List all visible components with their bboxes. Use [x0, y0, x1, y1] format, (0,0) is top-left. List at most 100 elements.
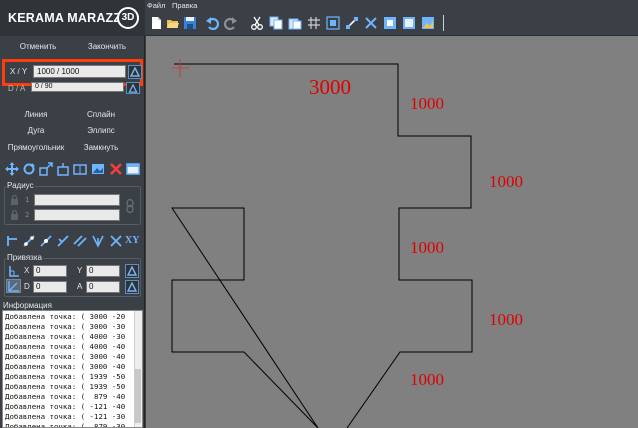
new-file-icon[interactable]: [149, 16, 163, 30]
paste-icon[interactable]: [288, 16, 302, 30]
da-input[interactable]: 0 / 90: [31, 82, 124, 92]
drawing-canvas[interactable]: 3000 1000 1000 1000 1000 1000: [146, 36, 638, 428]
log-line: Добавлена точка: ( -121 -30: [5, 412, 126, 421]
constraint-icons-row: XY: [5, 234, 141, 250]
dimension-label: 1000: [410, 94, 444, 113]
log-line: Добавлена точка: ( 3000 -30: [5, 322, 126, 331]
brand-3d-badge: 3D: [117, 7, 139, 29]
export-image-icon[interactable]: [421, 16, 435, 30]
dimension-label-top: 3000: [309, 75, 351, 99]
mirror-icon[interactable]: [73, 162, 87, 176]
log-line: Добавлена точка: ( -121 -40: [5, 402, 126, 411]
midpoint-icon[interactable]: [39, 234, 53, 248]
fit-view-icon[interactable]: [402, 16, 416, 30]
redo-icon[interactable]: [224, 16, 238, 30]
log-line: Добавлена точка: ( 3000 -40: [5, 352, 126, 361]
log-line: Добавлена точка: ( 4000 -40: [5, 342, 126, 351]
intersection-icon[interactable]: [109, 234, 123, 248]
snap-x-label: X: [24, 266, 30, 275]
save-icon[interactable]: [183, 16, 197, 30]
offset-icon[interactable]: [56, 162, 70, 176]
log-line: Добавлена точка: ( 3000 -20: [5, 312, 126, 321]
cut-icon[interactable]: [250, 16, 264, 30]
snap-title: Привязка: [6, 253, 43, 262]
perpendicular-icon[interactable]: [5, 234, 19, 248]
measure-icon[interactable]: [345, 16, 359, 30]
delta-icon: [128, 84, 138, 93]
da-label: D / A: [8, 84, 26, 93]
log-line: Добавлена точка: ( 4000 -30: [5, 332, 126, 341]
tool-rectangle-button[interactable]: Прямоугольник: [5, 143, 67, 152]
toolbar: [145, 10, 638, 36]
parallel-icon[interactable]: [73, 234, 87, 248]
lock-icon[interactable]: [10, 195, 19, 205]
snap-x-input[interactable]: 0: [33, 265, 67, 277]
log-scroll-thumb[interactable]: [135, 369, 141, 423]
open-folder-icon[interactable]: [166, 16, 180, 30]
scale-icon[interactable]: [39, 162, 53, 176]
snap-grid-toggle-icon[interactable]: [326, 16, 340, 30]
tool-close-shape-button[interactable]: Замкнуть: [70, 143, 132, 152]
delta-icon: [127, 282, 137, 292]
move-icon[interactable]: [5, 162, 19, 176]
drawing-svg: [171, 59, 473, 428]
left-panel: KERAMA MARAZZI 3D Отменить Закончить X /…: [0, 0, 145, 428]
snap-angle-toggle[interactable]: [6, 279, 21, 293]
snap-line-icon[interactable]: [22, 234, 36, 248]
xy-apply-button[interactable]: [128, 65, 142, 79]
toolbar-separator: [443, 15, 444, 31]
angle-snap-icon: [8, 281, 19, 292]
log-lines: Добавлена точка: ( 3000 -20 Добавлена точ…: [5, 312, 133, 428]
log-line: Добавлена точка: ( 3000 -40: [5, 362, 126, 371]
snap-d-input[interactable]: 0: [33, 281, 67, 293]
undo-icon[interactable]: [205, 16, 219, 30]
tool-ellipse-button[interactable]: Эллипс: [70, 126, 132, 135]
snap-xy-apply-button[interactable]: [125, 264, 139, 278]
snap-grid-icon[interactable]: [8, 265, 20, 277]
da-apply-button[interactable]: [126, 82, 140, 94]
log-line: Добавлена точка: ( 879 -40: [5, 392, 126, 401]
image-icon[interactable]: [91, 162, 105, 176]
finish-button[interactable]: Закончить: [76, 40, 138, 54]
snap-a-input[interactable]: 0: [86, 281, 120, 293]
snap-y-input[interactable]: 0: [86, 265, 120, 277]
delta-icon: [130, 67, 140, 77]
menu-file[interactable]: Файл: [147, 1, 165, 10]
rotate-icon[interactable]: [22, 162, 36, 176]
log-scrollbar[interactable]: [134, 311, 142, 427]
angle-icon[interactable]: [56, 234, 70, 248]
delete-icon[interactable]: [109, 162, 123, 176]
snap-y-label: Y: [77, 266, 83, 275]
dimension-label: 1000: [410, 238, 444, 257]
link-icon[interactable]: [124, 199, 136, 213]
radius-1-input[interactable]: [34, 194, 120, 206]
log-line: Добавлена точка: ( 879 -30: [5, 422, 126, 428]
xy-label: X / Y: [10, 67, 28, 76]
snap-da-apply-button[interactable]: [125, 280, 139, 294]
tool-line-button[interactable]: Линия: [5, 110, 67, 119]
dimension-label: 1000: [489, 310, 523, 329]
log-line: Добавлена точка: ( 1939 -50: [5, 372, 126, 381]
tool-arc-button[interactable]: Дуга: [5, 126, 67, 135]
clear-icon[interactable]: [364, 16, 378, 30]
delta-icon: [127, 266, 137, 276]
info-log[interactable]: Добавлена точка: ( 3000 -20 Добавлена точ…: [2, 310, 143, 428]
grid-icon[interactable]: [307, 16, 321, 30]
window-icon[interactable]: [126, 162, 140, 176]
brand-header: KERAMA MARAZZI 3D: [0, 0, 145, 36]
brand-name: KERAMA MARAZZI: [8, 11, 125, 25]
log-line: Добавлена точка: ( 1939 -50: [5, 382, 126, 391]
radius-index-1: 1: [25, 196, 30, 204]
xy-constraint-icon[interactable]: XY: [125, 235, 139, 246]
tool-spline-button[interactable]: Сплайн: [70, 110, 132, 119]
undo-button[interactable]: Отменить: [8, 40, 68, 54]
bisector-icon[interactable]: [91, 234, 105, 248]
radius-2-input[interactable]: [34, 209, 120, 221]
xy-input[interactable]: 1000 / 1000: [33, 65, 126, 78]
select-frame-icon[interactable]: [383, 16, 397, 30]
info-title: Информация: [3, 301, 52, 310]
copy-icon[interactable]: [269, 16, 283, 30]
lock-icon[interactable]: [10, 210, 19, 220]
menu-edit[interactable]: Правка: [172, 1, 197, 10]
dimension-label: 1000: [489, 172, 523, 191]
